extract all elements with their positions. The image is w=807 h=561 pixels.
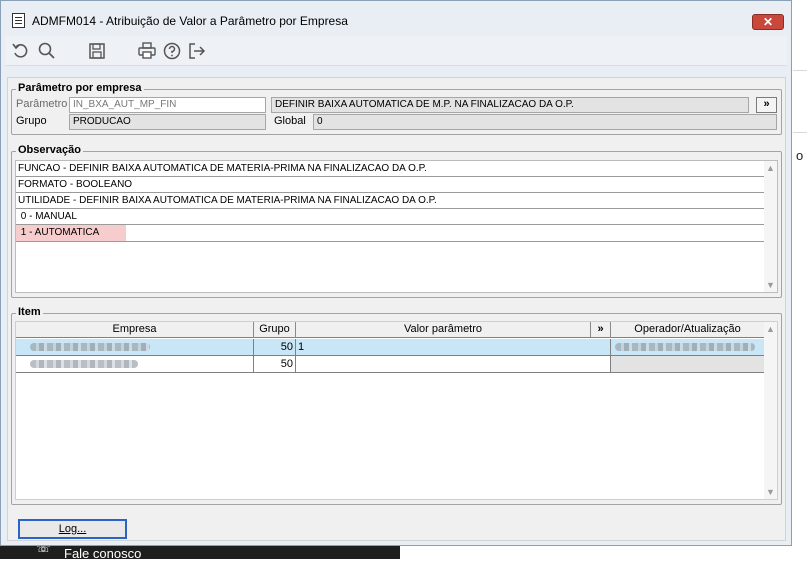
list-item: FORMATO - BOOLEANO [16,177,764,193]
document-icon [12,13,25,28]
toolbar [5,36,787,66]
redacted-text [30,360,138,368]
list-item: FUNCAO - DEFINIR BAIXA AUTOMATICA DE MAT… [16,161,764,177]
observacao-group: Observação FUNCAO - DEFINIR BAIXA AUTOMA… [11,144,782,298]
scroll-down-icon[interactable]: ▼ [765,279,776,291]
parametro-field[interactable]: IN_BXA_AUT_MP_FIN [69,97,266,113]
list-item-highlighted: 1 - AUTOMATICA [16,225,126,241]
row-divider [16,241,764,242]
observacao-list[interactable]: FUNCAO - DEFINIR BAIXA AUTOMATICA DE MAT… [15,160,778,293]
column-header-operador[interactable]: Operador/Atualização [611,322,764,338]
table-row[interactable]: 50 [16,356,764,373]
save-icon[interactable] [87,41,107,61]
table-row[interactable]: 50 1 [16,339,764,356]
column-header-empresa[interactable]: Empresa [16,322,254,338]
print-icon[interactable] [137,41,157,61]
operador-cell [611,356,764,373]
exit-icon[interactable] [187,41,207,61]
parametro-label: Parâmetro [16,98,68,110]
column-header-grupo[interactable]: Grupo [254,322,296,338]
item-group-title: Item [16,306,43,318]
title-bar[interactable]: ADMFM014 - Atribuição de Valor a Parâmet… [1,1,791,33]
scroll-up-icon[interactable]: ▲ [765,323,776,335]
scroll-down-icon[interactable]: ▼ [765,486,776,498]
expand-valor-button[interactable]: » [591,322,611,338]
grupo-cell: 50 [254,356,296,373]
log-button-label: Log... [58,523,87,535]
descricao-field: DEFINIR BAIXA AUTOMATICA DE M.P. NA FINA… [271,97,749,113]
empresa-cell [16,339,254,356]
observacao-group-title: Observação [16,144,83,156]
item-scrollbar[interactable]: ▲ ▼ [764,322,777,499]
item-grid[interactable]: Empresa Grupo Valor parâmetro » Operador… [15,321,778,500]
background-text: o [796,148,804,163]
list-item: UTILIDADE - DEFINIR BAIXA AUTOMATICA DE … [16,193,764,209]
operador-cell [611,339,764,356]
close-button[interactable]: ✕ [752,14,784,30]
dialog-window: ADMFM014 - Atribuição de Valor a Parâmet… [0,0,792,546]
help-icon[interactable] [162,41,182,61]
valor-cell[interactable]: 1 [296,339,611,356]
parametro-group-title: Parâmetro por empresa [16,82,144,94]
grupo-label: Grupo [16,115,47,127]
scroll-up-icon[interactable]: ▲ [765,162,776,174]
client-area: Parâmetro por empresa Parâmetro IN_BXA_A… [7,77,786,541]
item-group: Item Empresa Grupo Valor parâmetro » Ope… [11,306,782,505]
grupo-field[interactable]: PRODUCAO [69,114,266,130]
search-icon[interactable] [37,41,57,61]
grupo-cell: 50 [254,339,296,356]
undo-icon[interactable] [11,41,31,61]
background-window-edge [793,0,807,559]
window-title: ADMFM014 - Atribuição de Valor a Parâmet… [32,14,348,28]
valor-cell[interactable] [296,356,611,373]
observacao-scrollbar[interactable]: ▲ ▼ [764,161,777,292]
empresa-cell [16,356,254,373]
log-button[interactable]: Log... [18,519,127,539]
list-item: 0 - MANUAL [16,209,764,225]
grid-header: Empresa Grupo Valor parâmetro » Operador… [16,322,764,338]
global-label: Global [274,115,306,127]
parametro-group: Parâmetro por empresa Parâmetro IN_BXA_A… [11,82,782,135]
expand-descricao-button[interactable]: » [756,97,777,113]
redacted-text [30,343,150,351]
column-header-valor[interactable]: Valor parâmetro [296,322,591,338]
redacted-text [615,343,755,351]
global-field: 0 [313,114,777,130]
